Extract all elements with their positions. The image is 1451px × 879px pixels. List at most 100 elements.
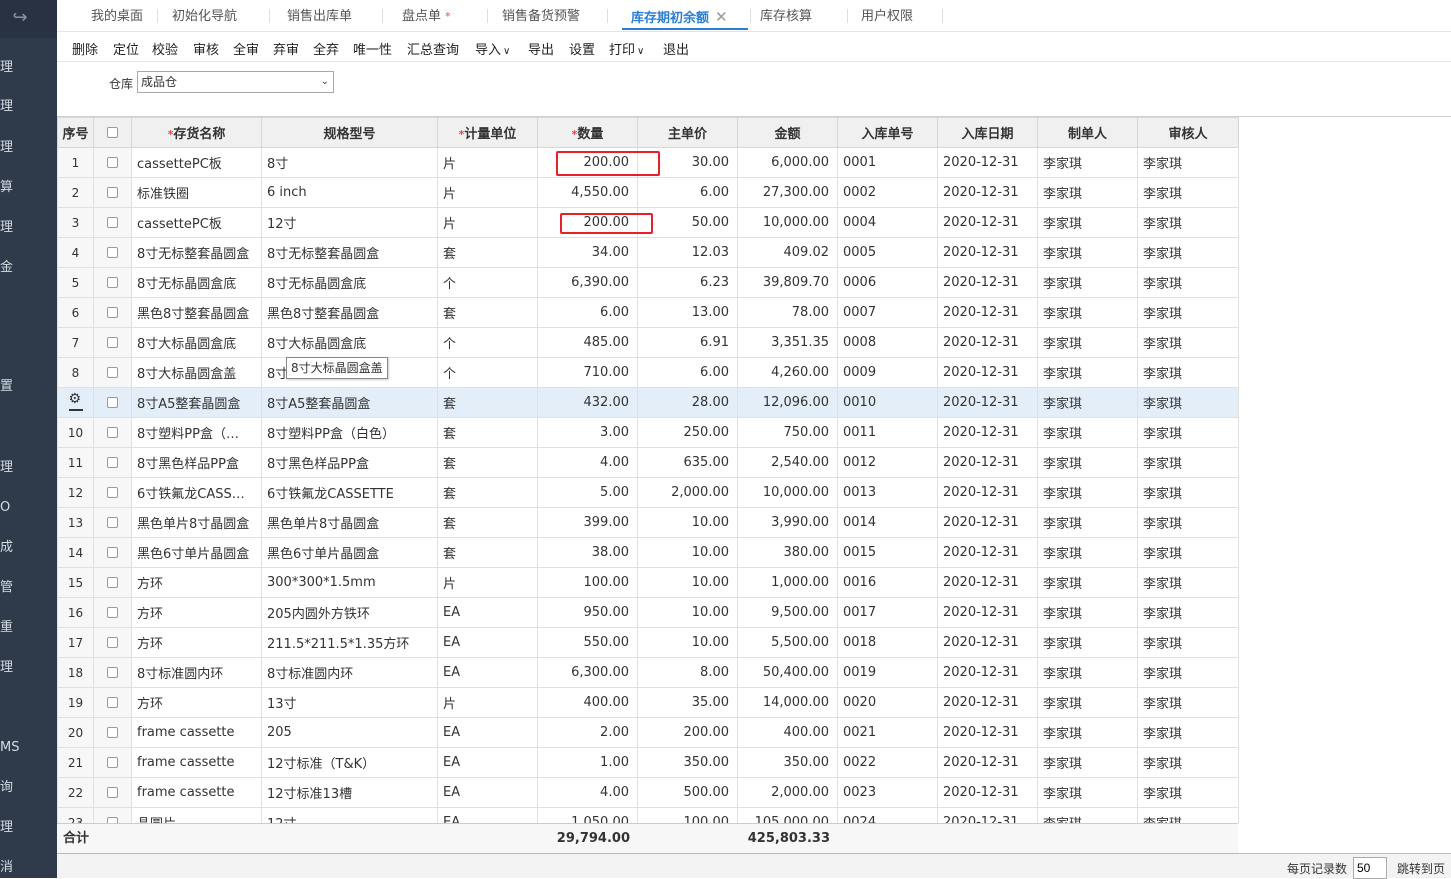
receipt-no-cell[interactable]: 0024 bbox=[837, 807, 938, 823]
quantity-cell[interactable]: 550.00 bbox=[537, 627, 638, 658]
item-name-cell[interactable]: 方环 bbox=[131, 567, 262, 598]
spec-cell[interactable]: 8寸无标晶圆盒底 bbox=[261, 267, 438, 298]
creator-cell[interactable]: 李家琪 bbox=[1037, 267, 1138, 298]
unit-cell[interactable]: EA bbox=[437, 747, 538, 778]
unit-cell[interactable]: 片 bbox=[437, 567, 538, 598]
receipt-date-cell[interactable]: 2020-12-31 bbox=[937, 387, 1038, 418]
receipt-date-cell[interactable]: 2020-12-31 bbox=[937, 657, 1038, 688]
row-checkbox[interactable] bbox=[93, 567, 132, 598]
spec-cell[interactable]: 8寸 bbox=[261, 147, 438, 178]
sidebar-item[interactable]: 消 bbox=[0, 860, 20, 876]
print-button[interactable]: 打印 ∨ bbox=[609, 39, 644, 58]
unit-cell[interactable]: 片 bbox=[437, 177, 538, 208]
item-name-cell[interactable]: 标准铁圈 bbox=[131, 177, 262, 208]
validate-button[interactable]: 校验 bbox=[152, 39, 178, 58]
receipt-no-cell[interactable]: 0009 bbox=[837, 357, 938, 388]
sidebar-item[interactable]: 置 bbox=[0, 379, 20, 395]
table-row[interactable]: 6 黑色8寸整套晶圆盒 黑色8寸整套晶圆盒套 6.00 13.00 78.00 0007 20… bbox=[57, 297, 1239, 328]
row-checkbox[interactable] bbox=[93, 147, 132, 178]
spec-cell[interactable]: 8寸标准圆内环 bbox=[261, 657, 438, 688]
item-name-cell[interactable]: 方环 bbox=[131, 687, 262, 718]
unit-price-cell[interactable]: 2,000.00 bbox=[637, 477, 738, 508]
sidebar-item[interactable]: MS bbox=[0, 740, 20, 756]
unit-price-cell[interactable]: 100.00 bbox=[637, 807, 738, 823]
receipt-no-cell[interactable]: 0012 bbox=[837, 447, 938, 478]
settings-button[interactable]: 设置 bbox=[569, 39, 595, 58]
spec-cell[interactable]: 8寸塑料PP盒（白色） bbox=[261, 417, 438, 448]
receipt-date-cell[interactable]: 2020-12-31 bbox=[937, 537, 1038, 568]
unit-cell[interactable]: 套 bbox=[437, 387, 538, 418]
spec-cell[interactable]: 黑色6寸单片晶圆盒 bbox=[261, 537, 438, 568]
receipt-date-cell[interactable]: 2020-12-31 bbox=[937, 147, 1038, 178]
row-checkbox[interactable] bbox=[93, 387, 132, 418]
quantity-cell[interactable]: 2.00 bbox=[537, 717, 638, 748]
unit-cell[interactable]: 套 bbox=[437, 477, 538, 508]
col-header-amount[interactable]: 金额 bbox=[737, 117, 838, 148]
item-name-cell[interactable]: 8寸塑料PP盒（… bbox=[131, 417, 262, 448]
receipt-date-cell[interactable]: 2020-12-31 bbox=[937, 687, 1038, 718]
row-checkbox[interactable] bbox=[93, 477, 132, 508]
row-select-checkbox[interactable] bbox=[107, 667, 118, 678]
unit-price-cell[interactable]: 13.00 bbox=[637, 297, 738, 328]
table-row[interactable]: 8寸A5整套晶圆盒8寸A5整套晶圆盒套432.0028.0012,096.000… bbox=[57, 387, 1239, 418]
reviewer-cell[interactable]: 李家琪 bbox=[1137, 387, 1239, 418]
col-header-receipt-no[interactable]: 入库单号 bbox=[837, 117, 938, 148]
quantity-cell[interactable]: 400.00 bbox=[537, 687, 638, 718]
receipt-date-cell[interactable]: 2020-12-31 bbox=[937, 477, 1038, 508]
unit-price-cell[interactable]: 350.00 bbox=[637, 747, 738, 778]
sidebar-item[interactable]: 理 bbox=[0, 140, 20, 156]
creator-cell[interactable]: 李家琪 bbox=[1037, 717, 1138, 748]
sidebar-item[interactable]: 重 bbox=[0, 620, 20, 636]
row-select-checkbox[interactable] bbox=[107, 337, 118, 348]
gear-icon[interactable] bbox=[68, 391, 83, 411]
amount-cell[interactable]: 12,096.00 bbox=[737, 387, 838, 418]
reviewer-cell[interactable]: 李家琪 bbox=[1137, 147, 1239, 178]
row-checkbox[interactable] bbox=[93, 507, 132, 538]
amount-cell[interactable]: 5,500.00 bbox=[737, 627, 838, 658]
item-name-cell[interactable]: 黑色6寸单片晶圆盒 bbox=[131, 537, 262, 568]
row-checkbox[interactable] bbox=[93, 687, 132, 718]
reviewer-cell[interactable]: 李家琪 bbox=[1137, 717, 1239, 748]
unit-price-cell[interactable]: 6.91 bbox=[637, 327, 738, 358]
table-row[interactable]: 14 黑色6寸单片晶圆盒 黑色6寸单片晶圆盒套 38.00 10.00 380.00 001… bbox=[57, 537, 1239, 568]
col-header-item-name[interactable]: *存货名称 bbox=[131, 117, 262, 148]
quantity-cell[interactable]: 5.00 bbox=[537, 477, 638, 508]
spec-cell[interactable]: 12寸标准（T&K） bbox=[261, 747, 438, 778]
unit-cell[interactable]: 个 bbox=[437, 357, 538, 388]
amount-cell[interactable]: 6,000.00 bbox=[737, 147, 838, 178]
table-row[interactable]: 21 frame cassette 12寸标准（T&K） EA 1.00 350.00 35… bbox=[57, 747, 1239, 778]
receipt-date-cell[interactable]: 2020-12-31 bbox=[937, 507, 1038, 538]
amount-cell[interactable]: 14,000.00 bbox=[737, 687, 838, 718]
table-row[interactable]: 4 8寸无标整套晶圆盒 8寸无标整套晶圆盒套 34.00 12.03 409.02 0005… bbox=[57, 237, 1239, 268]
spec-cell[interactable]: 8寸A5整套晶圆盒 bbox=[261, 387, 438, 418]
receipt-date-cell[interactable]: 2020-12-31 bbox=[937, 447, 1038, 478]
row-select-checkbox[interactable] bbox=[107, 757, 118, 768]
col-header-spec[interactable]: 规格型号 bbox=[261, 117, 438, 148]
unapprove-button[interactable]: 弃审 bbox=[273, 39, 299, 58]
receipt-no-cell[interactable]: 0021 bbox=[837, 717, 938, 748]
unit-price-cell[interactable]: 10.00 bbox=[637, 537, 738, 568]
reviewer-cell[interactable]: 李家琪 bbox=[1137, 687, 1239, 718]
amount-cell[interactable]: 380.00 bbox=[737, 537, 838, 568]
receipt-date-cell[interactable]: 2020-12-31 bbox=[937, 417, 1038, 448]
export-button[interactable]: 导出 bbox=[528, 39, 554, 58]
item-name-cell[interactable]: 8寸黑色样品PP盒 bbox=[131, 447, 262, 478]
unit-cell[interactable]: EA bbox=[437, 807, 538, 823]
creator-cell[interactable]: 李家琪 bbox=[1037, 327, 1138, 358]
receipt-no-cell[interactable]: 0008 bbox=[837, 327, 938, 358]
receipt-no-cell[interactable]: 0017 bbox=[837, 597, 938, 628]
table-row[interactable]: 2 标准铁圈 6 inch 片 4,550.00 6.00 27,300.00 0002 202… bbox=[57, 177, 1239, 208]
unit-price-cell[interactable]: 8.00 bbox=[637, 657, 738, 688]
quantity-cell[interactable]: 950.00 bbox=[537, 597, 638, 628]
row-checkbox[interactable] bbox=[93, 177, 132, 208]
unit-cell[interactable]: 套 bbox=[437, 507, 538, 538]
locate-button[interactable]: 定位 bbox=[113, 39, 139, 58]
reviewer-cell[interactable]: 李家琪 bbox=[1137, 267, 1239, 298]
unit-cell[interactable]: 套 bbox=[437, 417, 538, 448]
quantity-cell[interactable]: 100.00 bbox=[537, 567, 638, 598]
amount-cell[interactable]: 3,990.00 bbox=[737, 507, 838, 538]
spec-cell[interactable]: 12寸 bbox=[261, 807, 438, 823]
quantity-cell[interactable]: 4,550.00 bbox=[537, 177, 638, 208]
spec-cell[interactable]: 8寸黑色样品PP盒 bbox=[261, 447, 438, 478]
row-checkbox[interactable] bbox=[93, 627, 132, 658]
